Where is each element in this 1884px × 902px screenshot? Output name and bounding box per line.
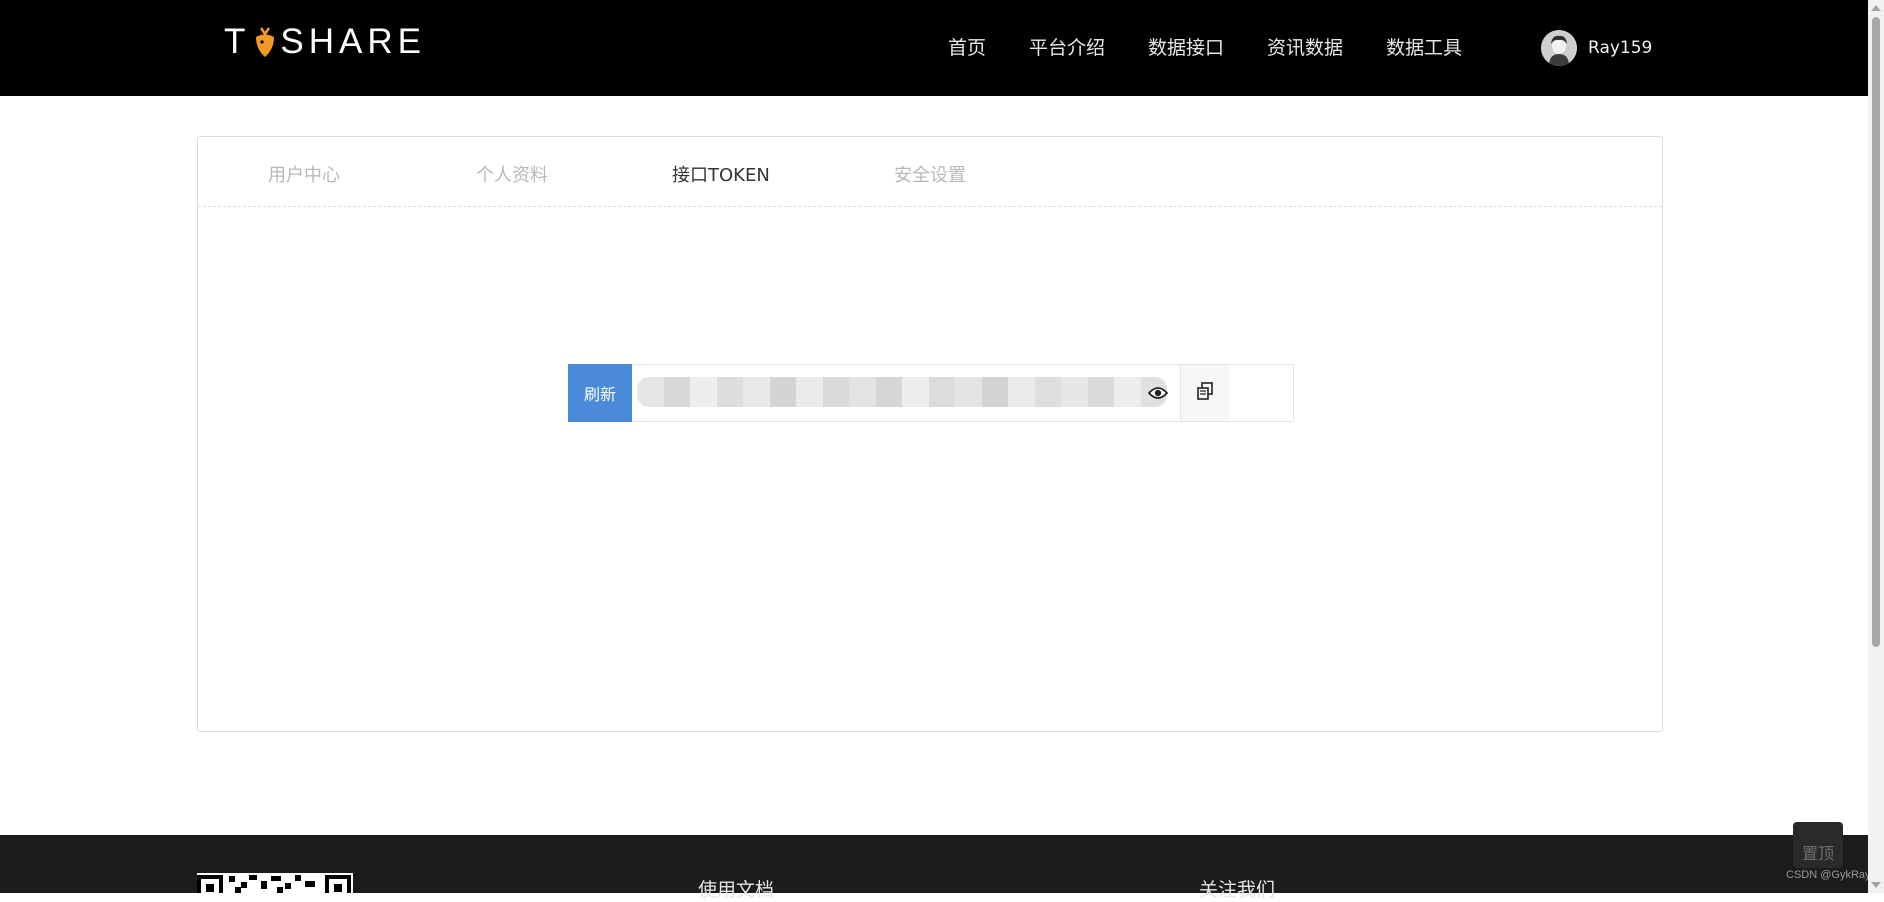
show-token-eye-icon[interactable] [1146, 381, 1170, 405]
nav-data-api[interactable]: 数据接口 [1148, 34, 1224, 62]
tab-bar: 用户中心 个人资料 接口TOKEN 安全设置 [198, 137, 1662, 207]
copy-icon [1196, 382, 1214, 404]
token-field[interactable] [632, 365, 1180, 421]
footer-follow-title: 关注我们 [1199, 879, 1276, 901]
avatar[interactable] [1541, 30, 1577, 66]
qr-code [197, 873, 353, 893]
copy-token-button[interactable] [1180, 365, 1229, 421]
nav-data-tools[interactable]: 数据工具 [1386, 34, 1462, 62]
user-center-card: 用户中心 个人资料 接口TOKEN 安全设置 刷新 [197, 136, 1663, 732]
scroll-down-arrow-icon[interactable] [1871, 882, 1881, 888]
tab-profile[interactable]: 个人资料 [476, 161, 548, 187]
tab-security-settings[interactable]: 安全设置 [894, 161, 966, 187]
nav-home[interactable]: 首页 [948, 34, 986, 62]
token-value-masked [637, 377, 1167, 407]
tushare-logo[interactable]: T SHARE [224, 22, 426, 62]
footer-docs-title[interactable]: 使用文档 [698, 875, 774, 902]
nav-platform-intro[interactable]: 平台介绍 [1029, 34, 1105, 62]
tab-user-center[interactable]: 用户中心 [268, 161, 340, 187]
username: Ray159 [1588, 38, 1653, 58]
back-to-top-button[interactable]: 置顶 [1793, 822, 1843, 868]
vertical-scrollbar[interactable] [1868, 0, 1884, 893]
scroll-up-arrow-icon[interactable] [1871, 5, 1881, 11]
top-navbar: T SHARE 首页 平台介绍 数据接口 资讯数据 数据工具 Ray159 [0, 0, 1868, 96]
refresh-token-button[interactable]: 刷新 [568, 364, 632, 422]
logo-letter-t: T [224, 22, 251, 61]
nav-news-data[interactable]: 资讯数据 [1267, 34, 1343, 62]
scrollbar-thumb[interactable] [1872, 17, 1880, 647]
footer: 使用文档 关注我们 [0, 835, 1868, 901]
tab-api-token[interactable]: 接口TOKEN [672, 161, 770, 187]
user-menu[interactable]: Ray159 [1541, 30, 1652, 66]
csdn-watermark: CSDN @GykRay [1786, 869, 1871, 881]
main-nav: 首页 平台介绍 数据接口 资讯数据 数据工具 [948, 34, 1505, 62]
token-input-group: 刷新 [568, 364, 1294, 422]
logo-word-share: SHARE [280, 22, 426, 61]
carrot-icon [252, 24, 278, 60]
